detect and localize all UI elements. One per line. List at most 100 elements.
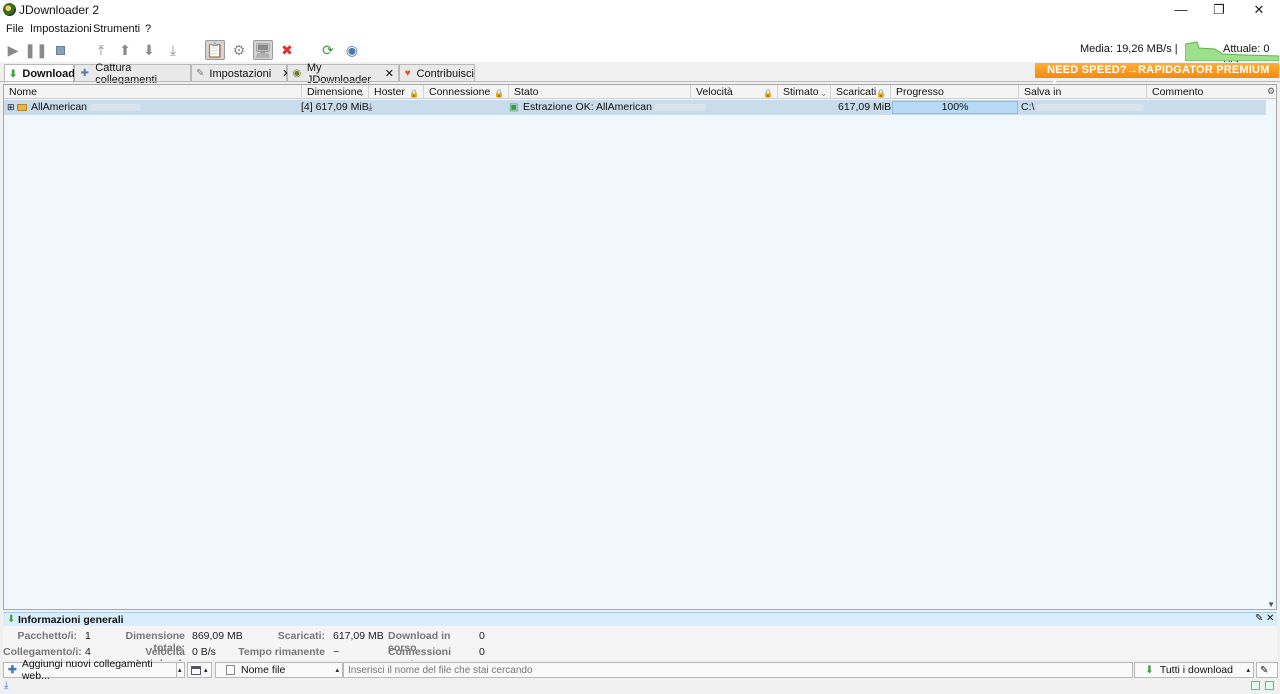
expand-icon[interactable]: ⊞ [7, 100, 15, 115]
column-nome[interactable]: Nome [4, 85, 302, 99]
rapidgator-promo-banner[interactable]: NEED SPEED?→RAPIDGATOR PREMIUM ⬇ [1035, 63, 1279, 91]
column-connessione-label: Connessione [429, 86, 491, 98]
column-hoster-label: Hoster [374, 86, 405, 98]
all-downloads-select[interactable]: ⬇ Tutti i download ▴ [1134, 662, 1254, 678]
search-box [343, 662, 1133, 678]
column-stato[interactable]: Stato [509, 85, 691, 99]
add-links-dropdown-icon[interactable]: ▴ [176, 662, 185, 678]
delete-button[interactable]: ▴ [187, 662, 212, 678]
links-value: 4 [85, 646, 91, 658]
row-stato-text: Estrazione OK: AllAmerican [523, 101, 652, 113]
column-scaricati-label: Scaricati [836, 86, 877, 98]
stop-downloads-icon[interactable] [50, 40, 70, 60]
move-down-icon[interactable]: ⬇ [139, 40, 159, 60]
row-name-text: AllAmerican [31, 101, 88, 113]
links-label: Collegamento/i: [3, 646, 82, 658]
premium-toggle-icon[interactable]: 🖥 [253, 40, 273, 60]
file-icon [226, 665, 235, 675]
column-stimato[interactable]: Stimato ⌄ [778, 85, 831, 99]
column-hoster[interactable]: Hoster 🔒 [369, 85, 424, 99]
time-remaining-value: ~ [333, 646, 340, 658]
trash-icon [191, 665, 201, 675]
info-panel-title: Informazioni generali [18, 614, 124, 626]
scroll-down-icon[interactable]: ▼ [1267, 600, 1275, 609]
column-dimensione[interactable]: Dimensione ⌄ [302, 85, 369, 99]
row-scaricati: 617,09 MiB [838, 101, 892, 113]
clipboard-monitor-icon[interactable]: 📋 [205, 40, 225, 60]
column-stimato-label: Stimato [783, 86, 819, 98]
myjdownloader-icon: ◉ [292, 68, 302, 79]
settings-wrench-icon: ✎ [196, 68, 205, 79]
column-connessione[interactable]: Connessione 🔒 [424, 85, 509, 99]
status-bar: ⤓ [0, 680, 1280, 694]
menu-bar: File Impostazioni Strumenti ? [0, 20, 1280, 37]
move-top-icon[interactable]: ⤒ [91, 40, 111, 60]
downloads-running-value: 0 [479, 630, 485, 642]
progress-bar: 100% [892, 101, 1018, 114]
downloaded-label: Scaricati: [277, 630, 325, 642]
column-progresso[interactable]: Progresso [891, 85, 1019, 99]
hoster-download-icon: ⤓ [368, 102, 373, 113]
lock-icon: 🔒 [876, 89, 886, 98]
column-dimensione-label: Dimensione [307, 86, 363, 98]
column-velocita-label: Velocità [696, 86, 733, 98]
close-icon[interactable]: ✕ [385, 67, 394, 80]
reconnect-icon[interactable]: ⚙ [229, 40, 249, 60]
column-velocita[interactable]: Velocità 🔒 [691, 85, 778, 99]
row-salva-in-text: C:\ [1021, 101, 1035, 113]
packages-label: Pacchetto/i: [17, 630, 77, 642]
menu-file[interactable]: File [6, 23, 24, 35]
add-links-button[interactable]: ✚ Aggiungi nuovi collegamenti web... [3, 658, 183, 682]
table-row[interactable]: ⊞ AllAmerican [4] 617,09 MiB ⤓ ▣ Estrazi… [4, 100, 1266, 115]
settings-menu-button[interactable]: ✎ [1256, 662, 1278, 678]
table-header: Nome Dimensione ⌄ Hoster 🔒 Connessione 🔒 St… [4, 85, 1276, 99]
minimize-button[interactable]: — [1161, 0, 1201, 20]
menu-strumenti[interactable]: Strumenti [93, 23, 140, 35]
column-scaricati[interactable]: Scaricati 🔒 [831, 85, 891, 99]
row-name: AllAmerican [31, 100, 142, 115]
tab-impostazioni-label: Impostazioni [209, 67, 272, 80]
tab-my-jdownloader[interactable]: ◉ My JDownloader ✕ [287, 62, 399, 86]
download-status-icon: ⤓ [4, 680, 9, 691]
close-icon[interactable]: ✕ [1266, 613, 1274, 624]
update-icon[interactable]: ⟳ [318, 40, 338, 60]
column-commento[interactable]: Commento [1147, 85, 1267, 99]
filter-field-select[interactable]: Nome file ▴ [215, 662, 343, 678]
jdownloader-logo-icon [3, 3, 16, 16]
all-downloads-label: Tutti i download [1159, 664, 1233, 676]
heart-icon: ♥ [404, 68, 411, 79]
tray-icon [1251, 681, 1260, 690]
sort-down-icon: ⌄ [820, 89, 827, 98]
download-arrow-icon: ⬇ [9, 68, 18, 80]
silent-mode-icon[interactable]: ✖ [277, 40, 297, 60]
tab-contribuisci[interactable]: ♥ Contribuisci [399, 64, 475, 82]
restore-button[interactable]: ❐ [1199, 0, 1239, 20]
row-stato: Estrazione OK: AllAmerican [523, 100, 706, 115]
sort-down-icon: ⌄ [358, 89, 365, 98]
lock-icon: 🔒 [409, 89, 419, 98]
chevron-up-icon: ▴ [335, 667, 339, 674]
search-input[interactable] [348, 664, 1132, 676]
title-bar: JDownloader 2 — ❐ ✕ [0, 0, 1280, 20]
menu-help[interactable]: ? [145, 23, 151, 35]
column-salva-in[interactable]: Salva in [1019, 85, 1147, 99]
move-up-icon[interactable]: ⬆ [115, 40, 135, 60]
column-chooser-icon[interactable]: ⚙ [1267, 86, 1275, 97]
download-arrow-icon: ⬇ [7, 614, 16, 625]
move-bottom-icon[interactable]: ⤓ [163, 40, 183, 60]
filter-field-label: Nome file [241, 664, 286, 676]
pause-downloads-icon[interactable]: ❚❚ [24, 40, 47, 60]
reconnect-globe-icon[interactable]: ◉ [342, 40, 362, 60]
blurred-text [1036, 103, 1145, 111]
close-button[interactable]: ✕ [1239, 0, 1279, 20]
average-speed-label: Media: 19,26 MB/s | [1080, 43, 1178, 55]
tab-cattura-collegamenti[interactable]: ✚ Cattura collegamenti [74, 62, 191, 86]
pin-icon[interactable]: ✎ [1255, 613, 1263, 624]
linkgrabber-icon: ✚ [80, 68, 89, 79]
blurred-text [89, 103, 142, 111]
menu-impostazioni[interactable]: Impostazioni [30, 23, 92, 35]
tab-impostazioni[interactable]: ✎ Impostazioni ✕ [191, 64, 291, 82]
info-panel-header: ⬇ Informazioni generali ✎ ✕ [3, 612, 1277, 626]
time-remaining-label: Tempo rimanente [238, 646, 325, 658]
start-downloads-icon[interactable]: ▶ [3, 40, 23, 60]
